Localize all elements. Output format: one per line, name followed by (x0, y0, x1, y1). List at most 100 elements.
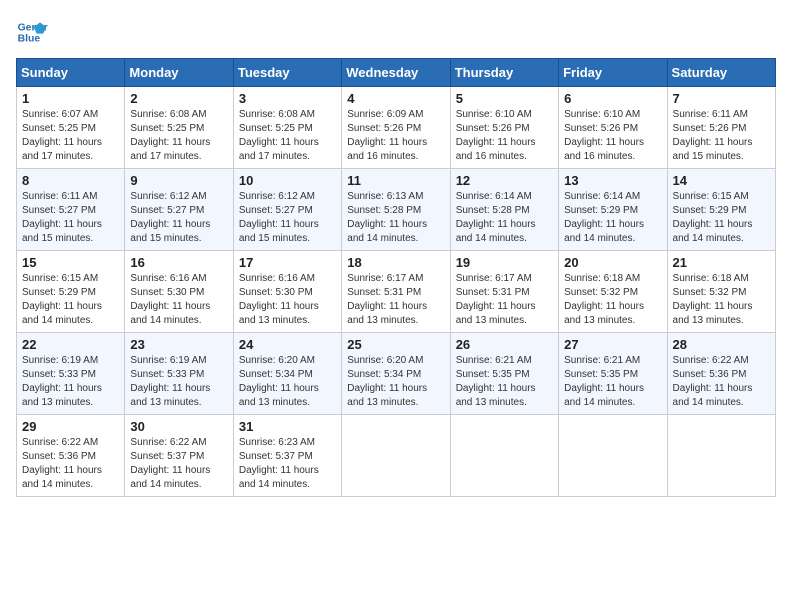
calendar-cell: 23 Sunrise: 6:19 AMSunset: 5:33 PMDayligh… (125, 333, 233, 415)
day-info: Sunrise: 6:22 AMSunset: 5:37 PMDaylight:… (130, 436, 227, 492)
day-info: Sunrise: 6:14 AMSunset: 5:29 PMDaylight:… (564, 190, 661, 246)
calendar-body: 1 Sunrise: 6:07 AMSunset: 5:25 PMDaylight… (17, 87, 776, 497)
day-number: 10 (239, 173, 336, 188)
calendar-cell: 17 Sunrise: 6:16 AMSunset: 5:30 PMDayligh… (233, 251, 341, 333)
day-info: Sunrise: 6:09 AMSunset: 5:26 PMDaylight:… (347, 108, 444, 164)
day-info: Sunrise: 6:10 AMSunset: 5:26 PMDaylight:… (456, 108, 553, 164)
day-info: Sunrise: 6:21 AMSunset: 5:35 PMDaylight:… (564, 354, 661, 410)
day-number: 30 (130, 419, 227, 434)
calendar-cell (667, 415, 775, 497)
calendar-cell: 24 Sunrise: 6:20 AMSunset: 5:34 PMDayligh… (233, 333, 341, 415)
calendar-cell: 8 Sunrise: 6:11 AMSunset: 5:27 PMDaylight… (17, 169, 125, 251)
day-info: Sunrise: 6:18 AMSunset: 5:32 PMDaylight:… (673, 272, 770, 328)
day-info: Sunrise: 6:18 AMSunset: 5:32 PMDaylight:… (564, 272, 661, 328)
day-number: 4 (347, 91, 444, 106)
day-number: 31 (239, 419, 336, 434)
day-info: Sunrise: 6:12 AMSunset: 5:27 PMDaylight:… (130, 190, 227, 246)
calendar-cell: 13 Sunrise: 6:14 AMSunset: 5:29 PMDayligh… (559, 169, 667, 251)
calendar-cell: 25Sunrise: 6:20 AMSunset: 5:34 PMDayligh… (342, 333, 450, 415)
calendar-cell: 4 Sunrise: 6:09 AMSunset: 5:26 PMDaylight… (342, 87, 450, 169)
calendar-table: SundayMondayTuesdayWednesdayThursdayFrid… (16, 58, 776, 497)
calendar-cell: 29 Sunrise: 6:22 AMSunset: 5:36 PMDayligh… (17, 415, 125, 497)
logo-icon: General Blue (16, 16, 48, 48)
calendar-cell: 2 Sunrise: 6:08 AMSunset: 5:25 PMDaylight… (125, 87, 233, 169)
day-number: 24 (239, 337, 336, 352)
day-number: 18 (347, 255, 444, 270)
day-info: Sunrise: 6:19 AMSunset: 5:33 PMDaylight:… (130, 354, 227, 410)
calendar-cell: 6 Sunrise: 6:10 AMSunset: 5:26 PMDaylight… (559, 87, 667, 169)
day-number: 22 (22, 337, 119, 352)
day-number: 19 (456, 255, 553, 270)
calendar-cell: 14 Sunrise: 6:15 AMSunset: 5:29 PMDayligh… (667, 169, 775, 251)
calendar-header-row: SundayMondayTuesdayWednesdayThursdayFrid… (17, 59, 776, 87)
calendar-week-4: 22 Sunrise: 6:19 AMSunset: 5:33 PMDayligh… (17, 333, 776, 415)
day-header-saturday: Saturday (667, 59, 775, 87)
calendar-week-3: 15 Sunrise: 6:15 AMSunset: 5:29 PMDayligh… (17, 251, 776, 333)
day-number: 20 (564, 255, 661, 270)
calendar-cell: 19 Sunrise: 6:17 AMSunset: 5:31 PMDayligh… (450, 251, 558, 333)
day-number: 27 (564, 337, 661, 352)
day-number: 16 (130, 255, 227, 270)
calendar-cell: 16 Sunrise: 6:16 AMSunset: 5:30 PMDayligh… (125, 251, 233, 333)
day-info: Sunrise: 6:16 AMSunset: 5:30 PMDaylight:… (239, 272, 336, 328)
day-info: Sunrise: 6:14 AMSunset: 5:28 PMDaylight:… (456, 190, 553, 246)
calendar-week-1: 1 Sunrise: 6:07 AMSunset: 5:25 PMDaylight… (17, 87, 776, 169)
day-number: 13 (564, 173, 661, 188)
header: General Blue (16, 16, 776, 48)
calendar-cell: 21 Sunrise: 6:18 AMSunset: 5:32 PMDayligh… (667, 251, 775, 333)
day-info: Sunrise: 6:10 AMSunset: 5:26 PMDaylight:… (564, 108, 661, 164)
day-number: 9 (130, 173, 227, 188)
calendar-cell: 26Sunrise: 6:21 AMSunset: 5:35 PMDayligh… (450, 333, 558, 415)
day-number: 11 (347, 173, 444, 188)
day-header-monday: Monday (125, 59, 233, 87)
day-number: 14 (673, 173, 770, 188)
calendar-cell: 18Sunrise: 6:17 AMSunset: 5:31 PMDayligh… (342, 251, 450, 333)
calendar-cell: 11Sunrise: 6:13 AMSunset: 5:28 PMDayligh… (342, 169, 450, 251)
calendar-cell: 7Sunrise: 6:11 AMSunset: 5:26 PMDaylight… (667, 87, 775, 169)
day-number: 17 (239, 255, 336, 270)
day-number: 12 (456, 173, 553, 188)
day-info: Sunrise: 6:08 AMSunset: 5:25 PMDaylight:… (239, 108, 336, 164)
day-info: Sunrise: 6:17 AMSunset: 5:31 PMDaylight:… (456, 272, 553, 328)
day-number: 26 (456, 337, 553, 352)
day-info: Sunrise: 6:15 AMSunset: 5:29 PMDaylight:… (22, 272, 119, 328)
day-number: 28 (673, 337, 770, 352)
svg-text:Blue: Blue (18, 34, 41, 45)
day-info: Sunrise: 6:23 AMSunset: 5:37 PMDaylight:… (239, 436, 336, 492)
day-number: 23 (130, 337, 227, 352)
day-info: Sunrise: 6:19 AMSunset: 5:33 PMDaylight:… (22, 354, 119, 410)
day-info: Sunrise: 6:22 AMSunset: 5:36 PMDaylight:… (22, 436, 119, 492)
day-number: 7 (673, 91, 770, 106)
calendar-cell: 9 Sunrise: 6:12 AMSunset: 5:27 PMDaylight… (125, 169, 233, 251)
calendar-cell: 15 Sunrise: 6:15 AMSunset: 5:29 PMDayligh… (17, 251, 125, 333)
day-number: 5 (456, 91, 553, 106)
day-number: 25 (347, 337, 444, 352)
day-info: Sunrise: 6:11 AMSunset: 5:27 PMDaylight:… (22, 190, 119, 246)
day-info: Sunrise: 6:16 AMSunset: 5:30 PMDaylight:… (130, 272, 227, 328)
day-header-friday: Friday (559, 59, 667, 87)
calendar-cell: 27 Sunrise: 6:21 AMSunset: 5:35 PMDayligh… (559, 333, 667, 415)
logo: General Blue (16, 16, 52, 48)
day-number: 29 (22, 419, 119, 434)
day-info: Sunrise: 6:08 AMSunset: 5:25 PMDaylight:… (130, 108, 227, 164)
day-number: 6 (564, 91, 661, 106)
calendar-cell: 22 Sunrise: 6:19 AMSunset: 5:33 PMDayligh… (17, 333, 125, 415)
calendar-cell: 3Sunrise: 6:08 AMSunset: 5:25 PMDaylight… (233, 87, 341, 169)
day-number: 2 (130, 91, 227, 106)
day-header-tuesday: Tuesday (233, 59, 341, 87)
day-info: Sunrise: 6:22 AMSunset: 5:36 PMDaylight:… (673, 354, 770, 410)
day-number: 1 (22, 91, 119, 106)
day-number: 21 (673, 255, 770, 270)
calendar-cell: 5 Sunrise: 6:10 AMSunset: 5:26 PMDaylight… (450, 87, 558, 169)
calendar-cell: 30 Sunrise: 6:22 AMSunset: 5:37 PMDayligh… (125, 415, 233, 497)
day-info: Sunrise: 6:15 AMSunset: 5:29 PMDaylight:… (673, 190, 770, 246)
calendar-cell: 1 Sunrise: 6:07 AMSunset: 5:25 PMDaylight… (17, 87, 125, 169)
day-info: Sunrise: 6:20 AMSunset: 5:34 PMDaylight:… (239, 354, 336, 410)
day-header-sunday: Sunday (17, 59, 125, 87)
day-info: Sunrise: 6:07 AMSunset: 5:25 PMDaylight:… (22, 108, 119, 164)
day-header-wednesday: Wednesday (342, 59, 450, 87)
calendar-cell: 12 Sunrise: 6:14 AMSunset: 5:28 PMDayligh… (450, 169, 558, 251)
day-number: 8 (22, 173, 119, 188)
calendar-cell (559, 415, 667, 497)
day-number: 15 (22, 255, 119, 270)
